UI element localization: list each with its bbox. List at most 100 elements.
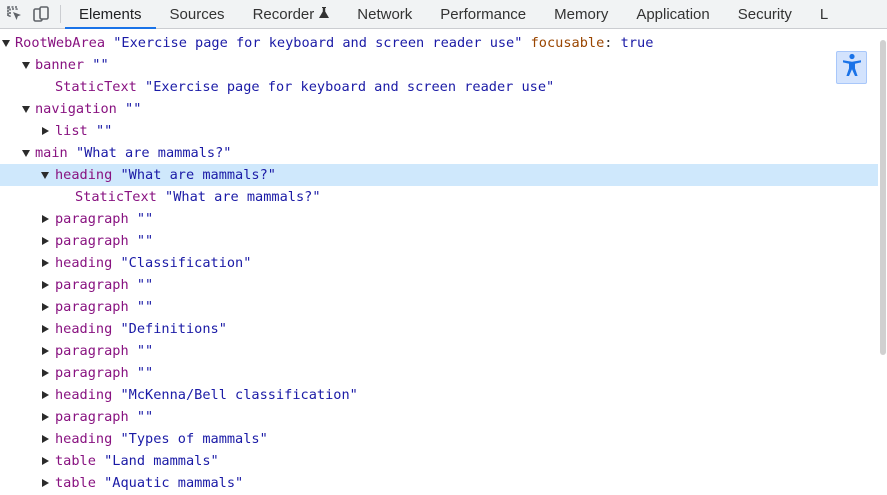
- tab-label: Network: [357, 5, 413, 23]
- node-role: table: [55, 453, 96, 469]
- collapse-arrow-icon[interactable]: [40, 252, 50, 274]
- node-name: "": [136, 233, 154, 249]
- tree-node[interactable]: table "Aquatic mammals": [0, 472, 878, 494]
- tab-label: Recorder: [252, 5, 315, 23]
- tree-node[interactable]: paragraph "": [0, 208, 878, 230]
- node-name: "Exercise page for keyboard and screen r…: [145, 79, 555, 95]
- collapse-arrow-icon[interactable]: [40, 120, 50, 142]
- tree-node-root[interactable]: RootWebArea "Exercise page for keyboard …: [0, 32, 878, 54]
- tree-node[interactable]: navigation "": [0, 98, 878, 120]
- node-name: "": [136, 211, 154, 227]
- tree-node[interactable]: paragraph "": [0, 362, 878, 384]
- tree-node[interactable]: main "What are mammals?": [0, 142, 878, 164]
- tab-security[interactable]: Security: [724, 0, 806, 28]
- tab-performance[interactable]: Performance: [426, 0, 540, 28]
- node-name: "": [136, 299, 154, 315]
- tab-label: Application: [636, 5, 710, 23]
- tab-memory[interactable]: Memory: [540, 0, 622, 28]
- tree-node[interactable]: heading "McKenna/Bell classification": [0, 384, 878, 406]
- tab-label: Performance: [440, 5, 527, 23]
- tree-node[interactable]: StaticText "What are mammals?": [0, 186, 878, 208]
- tab-elements[interactable]: Elements: [65, 0, 156, 29]
- collapse-arrow-icon[interactable]: [40, 472, 50, 494]
- node-name: "": [92, 57, 109, 73]
- node-name: "Exercise page for keyboard and screen r…: [113, 35, 523, 51]
- node-role: navigation: [35, 101, 117, 117]
- scrollbar-thumb[interactable]: [880, 40, 886, 355]
- collapse-arrow-icon[interactable]: [40, 318, 50, 340]
- node-name: "": [136, 343, 154, 359]
- node-role: table: [55, 475, 96, 491]
- node-role: StaticText: [75, 189, 157, 205]
- accessibility-person-icon: [841, 53, 863, 82]
- tab-label: L: [819, 5, 829, 23]
- node-name: "": [125, 101, 142, 117]
- tree-node[interactable]: StaticText "Exercise page for keyboard a…: [0, 76, 878, 98]
- collapse-arrow-icon[interactable]: [40, 296, 50, 318]
- tree-node[interactable]: paragraph "": [0, 230, 878, 252]
- node-role: paragraph: [55, 233, 129, 249]
- node-attr-colon: :: [604, 35, 613, 51]
- node-name: "Aquatic mammals": [104, 475, 244, 491]
- node-role: StaticText: [55, 79, 137, 95]
- expand-arrow-icon[interactable]: [1, 32, 11, 54]
- collapse-arrow-icon[interactable]: [40, 384, 50, 406]
- expand-arrow-icon[interactable]: [21, 54, 31, 76]
- node-name: "Types of mammals": [120, 431, 268, 447]
- node-role: paragraph: [55, 211, 129, 227]
- flask-icon: [319, 6, 330, 23]
- tab-application[interactable]: Application: [622, 0, 723, 28]
- node-role: paragraph: [55, 277, 129, 293]
- collapse-arrow-icon[interactable]: [40, 450, 50, 472]
- accessibility-tree: RootWebArea "Exercise page for keyboard …: [0, 32, 878, 494]
- node-name: "Land mammals": [104, 453, 219, 469]
- tree-node[interactable]: paragraph "": [0, 296, 878, 318]
- tree-node[interactable]: heading "Types of mammals": [0, 428, 878, 450]
- collapse-arrow-icon[interactable]: [40, 230, 50, 252]
- node-role: main: [35, 145, 68, 161]
- device-toolbar-icon[interactable]: [28, 0, 54, 28]
- collapse-arrow-icon[interactable]: [40, 406, 50, 428]
- tab-label: Sources: [169, 5, 225, 23]
- node-role: banner: [35, 57, 85, 73]
- collapse-arrow-icon[interactable]: [40, 428, 50, 450]
- accessibility-tree-toggle-button[interactable]: [836, 51, 867, 84]
- node-role: heading: [55, 387, 113, 403]
- tab-sources[interactable]: Sources: [156, 0, 239, 28]
- tree-node[interactable]: list "": [0, 120, 878, 142]
- inspect-element-icon[interactable]: [2, 0, 28, 28]
- node-role: heading: [55, 321, 113, 337]
- node-role: paragraph: [55, 365, 129, 381]
- tab-label: Memory: [554, 5, 609, 23]
- node-name: "What are mammals?": [165, 189, 321, 205]
- tree-node[interactable]: paragraph "": [0, 406, 878, 428]
- tab-network[interactable]: Network: [343, 0, 426, 28]
- node-role: paragraph: [55, 409, 129, 425]
- tree-node[interactable]: paragraph "": [0, 340, 878, 362]
- tab-overflow[interactable]: L: [806, 0, 842, 28]
- node-name: "": [136, 365, 154, 381]
- node-name: "Classification": [120, 255, 252, 271]
- expand-arrow-icon[interactable]: [40, 164, 50, 186]
- tree-node[interactable]: heading "Definitions": [0, 318, 878, 340]
- node-name: "": [95, 123, 113, 139]
- collapse-arrow-icon[interactable]: [40, 208, 50, 230]
- node-role: heading: [55, 255, 113, 271]
- expand-arrow-icon[interactable]: [21, 98, 31, 120]
- node-name: "What are mammals?": [120, 167, 276, 183]
- node-role: heading: [55, 431, 113, 447]
- tree-node[interactable]: banner "": [0, 54, 878, 76]
- tree-node-selected[interactable]: heading "What are mammals?": [0, 164, 878, 186]
- tab-recorder[interactable]: Recorder: [239, 0, 344, 28]
- toolbar-divider: [60, 5, 61, 23]
- tab-label: Security: [737, 5, 792, 23]
- collapse-arrow-icon[interactable]: [40, 340, 50, 362]
- tree-node[interactable]: table "Land mammals": [0, 450, 878, 472]
- node-attr-value: true: [620, 35, 654, 51]
- tree-node[interactable]: heading "Classification": [0, 252, 878, 274]
- collapse-arrow-icon[interactable]: [40, 362, 50, 384]
- node-role: RootWebArea: [15, 35, 106, 51]
- collapse-arrow-icon[interactable]: [40, 274, 50, 296]
- expand-arrow-icon[interactable]: [21, 142, 31, 164]
- tree-node[interactable]: paragraph "": [0, 274, 878, 296]
